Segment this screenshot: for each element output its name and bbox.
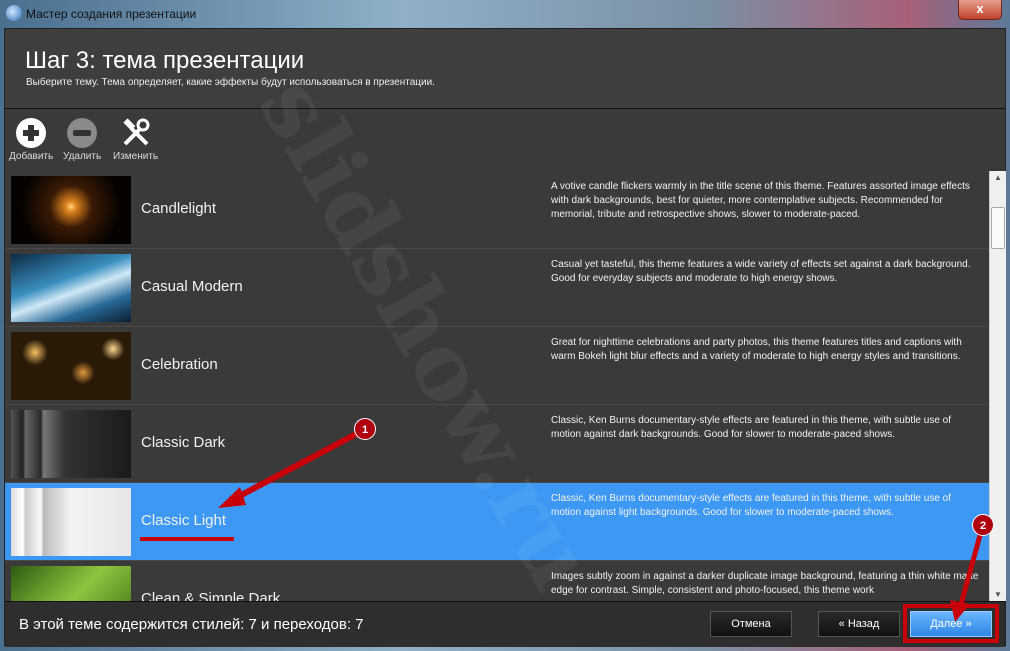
arrow-annotation-2 — [957, 527, 985, 609]
next-highlight-box — [903, 604, 999, 643]
annotation-badge-1: 1 — [354, 418, 376, 440]
arrow-annotation-1 — [230, 429, 362, 503]
annotation-overlay — [140, 429, 985, 622]
annotation-badge-2: 2 — [972, 514, 994, 536]
arrowhead-1 — [218, 487, 246, 508]
